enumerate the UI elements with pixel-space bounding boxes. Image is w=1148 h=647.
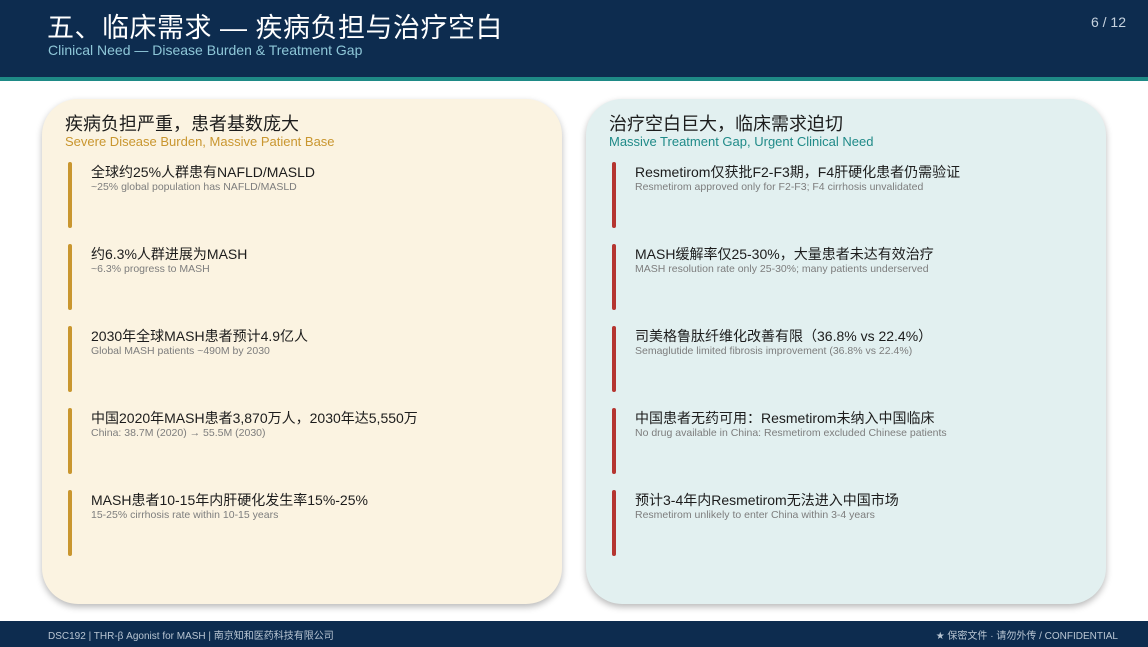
item-subtitle: Resmetirom unlikely to enter China withi… — [635, 509, 875, 521]
item-title: Resmetirom仅获批F2-F3期，F4肝硬化患者仍需验证 — [635, 164, 961, 180]
item-subtitle: ~25% global population has NAFLD/MASLD — [91, 181, 297, 193]
header-accent-line — [0, 77, 1148, 81]
footer-confidential-notice: ★ 保密文件 · 请勿外传 / CONFIDENTIAL — [935, 631, 1118, 642]
item-title: 司美格鲁肽纤维化改善有限（36.8% vs 22.4%） — [635, 328, 933, 344]
accent-bar — [612, 408, 616, 474]
disease-burden-panel: 疾病负担严重，患者基数庞大 Severe Disease Burden, Mas… — [42, 99, 562, 604]
page-title: 五、临床需求 — 疾病负担与治疗空白 — [47, 13, 504, 43]
accent-bar — [612, 162, 616, 228]
item-title: 约6.3%人群进展为MASH — [91, 246, 248, 262]
panel-subtitle: Massive Treatment Gap, Urgent Clinical N… — [609, 134, 874, 149]
accent-bar — [68, 162, 72, 228]
item-title: MASH患者10-15年内肝硬化发生率15%-25% — [91, 492, 368, 508]
item-subtitle: China: 38.7M (2020) → 55.5M (2030) — [91, 427, 266, 439]
accent-bar — [612, 490, 616, 556]
panel-title: 治疗空白巨大，临床需求迫切 — [609, 114, 843, 134]
item-title: 中国2020年MASH患者3,870万人，2030年达5,550万 — [91, 410, 418, 426]
accent-bar — [68, 326, 72, 392]
footer-company-info: DSC192 | THR-β Agonist for MASH | 南京知和医药… — [48, 631, 334, 642]
item-title: 中国患者无药可用：Resmetirom未纳入中国临床 — [635, 410, 935, 426]
item-subtitle: Semaglutide limited fibrosis improvement… — [635, 345, 913, 357]
page-number: 6 / 12 — [1090, 14, 1126, 30]
accent-bar — [612, 244, 616, 310]
item-subtitle: Global MASH patients ~490M by 2030 — [91, 345, 270, 357]
page-subtitle: Clinical Need — Disease Burden & Treatme… — [48, 42, 363, 58]
item-title: 预计3-4年内Resmetirom无法进入中国市场 — [635, 492, 899, 508]
footer-bar: DSC192 | THR-β Agonist for MASH | 南京知和医药… — [0, 621, 1148, 647]
item-title: MASH缓解率仅25-30%，大量患者未达有效治疗 — [635, 246, 934, 262]
accent-bar — [68, 408, 72, 474]
accent-bar — [612, 326, 616, 392]
treatment-gap-panel: 治疗空白巨大，临床需求迫切 Massive Treatment Gap, Urg… — [586, 99, 1106, 604]
panel-title: 疾病负担严重，患者基数庞大 — [65, 114, 299, 134]
accent-bar — [68, 490, 72, 556]
panel-subtitle: Severe Disease Burden, Massive Patient B… — [65, 134, 335, 149]
item-subtitle: 15-25% cirrhosis rate within 10-15 years — [91, 509, 279, 521]
item-title: 全球约25%人群患有NAFLD/MASLD — [91, 164, 316, 180]
accent-bar — [68, 244, 72, 310]
item-subtitle: Resmetirom approved only for F2-F3; F4 c… — [635, 181, 924, 193]
item-subtitle: ~6.3% progress to MASH — [91, 263, 210, 275]
header-bar: 五、临床需求 — 疾病负担与治疗空白 Clinical Need — Disea… — [0, 0, 1148, 77]
item-subtitle: MASH resolution rate only 25-30%; many p… — [635, 263, 929, 275]
item-subtitle: No drug available in China: Resmetirom e… — [635, 427, 947, 439]
item-title: 2030年全球MASH患者预计4.9亿人 — [91, 328, 309, 344]
